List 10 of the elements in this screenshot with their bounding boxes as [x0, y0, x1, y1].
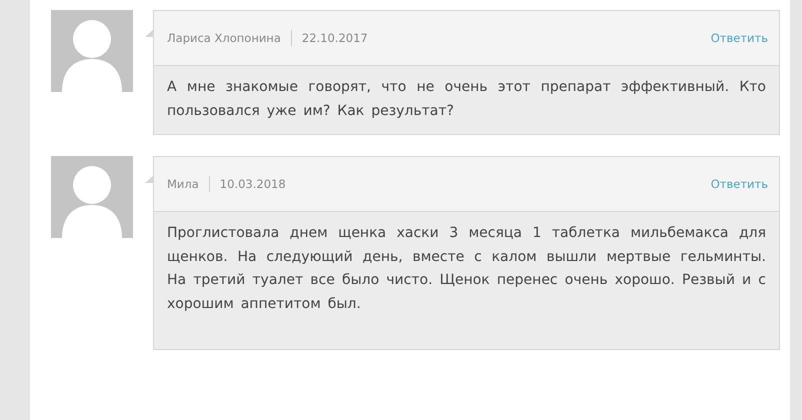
comment-text: Проглистовала днем щенка хаски 3 месяца 1 таблетка мильбемакса для щенков. На следующий день, вместе с калом вышли мертвые гельминты. На третий туалет все было чисто. Щенок перенес очень хорошо. Резвый и с хорошим аппетитом был.: [167, 224, 766, 314]
comment-text: А мне знакомые говорят, что не очень этот препарат эффективный. Кто пользовался уже им? Как результат?: [167, 78, 766, 120]
reply-link[interactable]: Ответить: [710, 177, 768, 191]
author-name: Лариса Хлопонина: [167, 30, 292, 46]
comment-date: 10.03.2018: [218, 177, 286, 191]
comment-date: 22.10.2017: [300, 31, 368, 45]
author-name: Мила: [167, 176, 210, 192]
avatar-icon: [51, 10, 133, 92]
avatar-icon: [51, 156, 133, 238]
reply-link[interactable]: Ответить: [710, 31, 768, 45]
